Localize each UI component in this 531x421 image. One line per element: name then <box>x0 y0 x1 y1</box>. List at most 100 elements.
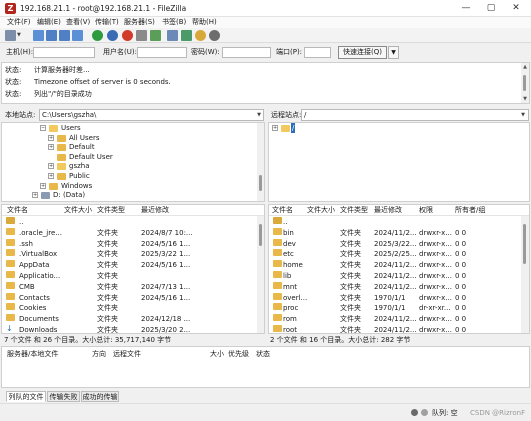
file-row[interactable]: rom 文件夹 2024/11/2... drwxr-x... 0 0 <box>269 314 529 325</box>
file-row[interactable]: overl... 文件夹 1970/1/1 drwxr-x... 0 0 <box>269 292 529 304</box>
folder-open-icon <box>281 125 290 132</box>
file-row[interactable]: .oracle_jre... 文件夹 2024/8/7 10:... <box>2 227 264 239</box>
compare-dirs-icon[interactable] <box>181 30 192 41</box>
search-icon[interactable] <box>209 30 220 41</box>
file-row[interactable]: Documents 文件夹 2024/12/18 ... <box>2 314 264 325</box>
expand-icon[interactable]: + <box>48 134 54 141</box>
column-filename[interactable]: 文件名 <box>7 205 28 216</box>
column-remote-file[interactable]: 远程文件 <box>113 349 141 359</box>
file-row[interactable]: Contacts 文件夹 2024/5/16 1... <box>2 292 264 304</box>
toggle-remote-tree-icon[interactable] <box>59 30 70 41</box>
site-manager-icon[interactable] <box>5 30 16 41</box>
cancel-icon[interactable] <box>122 30 133 41</box>
menu-file[interactable]: 文件(F) <box>7 17 31 28</box>
expand-icon[interactable]: + <box>48 163 54 170</box>
file-row[interactable]: .VirtualBox 文件夹 2025/3/22 1... <box>2 249 264 260</box>
menu-view[interactable]: 查看(V) <box>66 17 90 28</box>
port-input[interactable] <box>304 47 331 58</box>
column-direction[interactable]: 方向 <box>92 349 106 359</box>
column-filetype[interactable]: 文件类型 <box>97 205 125 216</box>
file-row[interactable]: root 文件夹 2024/11/2... drwxr-x... 0 0 <box>269 325 529 334</box>
column-permissions[interactable]: 权限 <box>419 205 433 216</box>
disconnect-icon[interactable] <box>136 30 147 41</box>
file-row[interactable]: .ssh 文件夹 2024/5/16 1... <box>2 238 264 250</box>
file-row[interactable]: mnt 文件夹 2024/11/2... drwxr-x... 0 0 <box>269 281 529 293</box>
tree-item-label: Default User <box>69 152 113 161</box>
expand-icon[interactable]: + <box>272 125 278 131</box>
menu-transfer[interactable]: 传输(T) <box>95 17 119 28</box>
menu-help[interactable]: 帮助(H) <box>192 17 217 28</box>
filter-icon[interactable] <box>167 30 178 41</box>
column-server-local-file[interactable]: 服务器/本地文件 <box>7 349 58 359</box>
toggle-log-icon[interactable] <box>33 30 44 41</box>
close-icon[interactable]: ✕ <box>505 1 527 16</box>
scroll-down-icon[interactable]: ▼ <box>521 95 529 103</box>
file-name: Cookies <box>19 304 47 313</box>
maximize-icon[interactable]: ▢ <box>480 1 502 16</box>
quickconnect-history-dropdown-icon[interactable]: ▼ <box>388 46 399 59</box>
file-row[interactable]: AppData 文件夹 2024/5/16 1... <box>2 260 264 271</box>
speed-limit-icon[interactable] <box>421 409 428 416</box>
file-row[interactable]: home 文件夹 2024/11/2... drwxr-x... 0 0 <box>269 260 529 271</box>
remote-path-input[interactable]: / <box>301 109 529 121</box>
file-row[interactable]: Cookies 文件夹 <box>2 303 264 314</box>
site-manager-dropdown-icon[interactable]: ▼ <box>17 30 23 41</box>
local-path-input[interactable]: C:\Users\gszha\ <box>39 109 264 121</box>
toggle-local-tree-icon[interactable] <box>46 30 57 41</box>
log-scrollbar[interactable]: ▲ ▼ <box>521 63 529 103</box>
local-list-scrollbar[interactable] <box>257 216 264 333</box>
remote-path-dropdown-icon[interactable]: ▼ <box>519 109 527 121</box>
scroll-thumb[interactable] <box>259 175 262 191</box>
toggle-queue-icon[interactable] <box>72 30 83 41</box>
sync-browse-icon[interactable] <box>195 30 206 41</box>
menu-edit[interactable]: 编辑(E) <box>37 17 61 28</box>
file-row[interactable]: dev 文件夹 2025/3/22... drwxr-x... 0 0 <box>269 238 529 250</box>
column-size[interactable]: 大小 <box>210 349 224 359</box>
file-row[interactable]: bin 文件夹 2024/11/2... drwxr-x... 0 0 <box>269 227 529 239</box>
collapse-icon[interactable]: − <box>40 125 46 131</box>
column-status[interactable]: 状态 <box>256 349 270 359</box>
column-modified[interactable]: 最近修改 <box>374 205 402 216</box>
file-row[interactable]: .. <box>269 217 529 228</box>
local-path-dropdown-icon[interactable]: ▼ <box>255 109 263 121</box>
refresh-icon[interactable] <box>92 30 103 41</box>
minimize-icon[interactable]: — <box>455 1 477 16</box>
local-tree-scrollbar[interactable] <box>257 123 264 201</box>
scroll-thumb[interactable] <box>259 224 262 246</box>
expand-icon[interactable]: + <box>48 173 54 179</box>
file-row[interactable]: CMB 文件夹 2024/7/13 1... <box>2 281 264 293</box>
remote-list-scrollbar[interactable] <box>521 216 529 333</box>
file-type: 文件夹 <box>97 250 118 259</box>
expand-icon[interactable]: + <box>40 182 46 189</box>
column-filesize[interactable]: 文件大小 <box>64 205 92 216</box>
file-row[interactable]: etc 文件夹 2025/2/25... drwxr-x... 0 0 <box>269 249 529 260</box>
scroll-up-icon[interactable]: ▲ <box>521 63 529 71</box>
file-row[interactable]: lib 文件夹 2024/11/2... drwxr-x... 0 0 <box>269 271 529 282</box>
username-input[interactable] <box>137 47 187 58</box>
reconnect-icon[interactable] <box>150 30 161 41</box>
file-row[interactable]: Applicatio... 文件夹 <box>2 271 264 282</box>
file-row[interactable]: ↓ Downloads 文件夹 2025/3/20 2... <box>2 325 264 333</box>
file-row[interactable]: proc 文件夹 1970/1/1 dr-xr-xr... 0 0 <box>269 303 529 314</box>
menu-server[interactable]: 服务器(S) <box>124 17 155 28</box>
column-modified[interactable]: 最近修改 <box>141 205 169 216</box>
password-input[interactable] <box>222 47 271 58</box>
expand-icon[interactable]: + <box>48 144 54 151</box>
column-priority[interactable]: 优先级 <box>228 349 249 359</box>
host-input[interactable] <box>33 47 95 58</box>
quickconnect-button[interactable]: 快速连接(Q) <box>338 46 387 59</box>
scroll-thumb[interactable] <box>523 224 526 264</box>
scroll-thumb[interactable] <box>523 75 526 91</box>
column-filetype[interactable]: 文件类型 <box>340 205 368 216</box>
menu-bookmarks[interactable]: 书签(B) <box>162 17 186 28</box>
file-owner: 0 0 <box>455 326 467 334</box>
column-owner[interactable]: 所有者/组 <box>455 205 485 216</box>
process-queue-icon[interactable] <box>107 30 118 41</box>
column-filename[interactable]: 文件名 <box>272 205 293 216</box>
tab-queued-files[interactable]: 列队的文件 <box>6 391 46 402</box>
file-row[interactable]: .. <box>2 217 264 228</box>
expand-icon[interactable]: + <box>32 192 38 199</box>
column-filesize[interactable]: 文件大小 <box>307 205 335 216</box>
tab-successful-transfers[interactable]: 成功的传输 <box>81 391 119 402</box>
tab-failed-transfers[interactable]: 传输失败 <box>47 391 80 402</box>
